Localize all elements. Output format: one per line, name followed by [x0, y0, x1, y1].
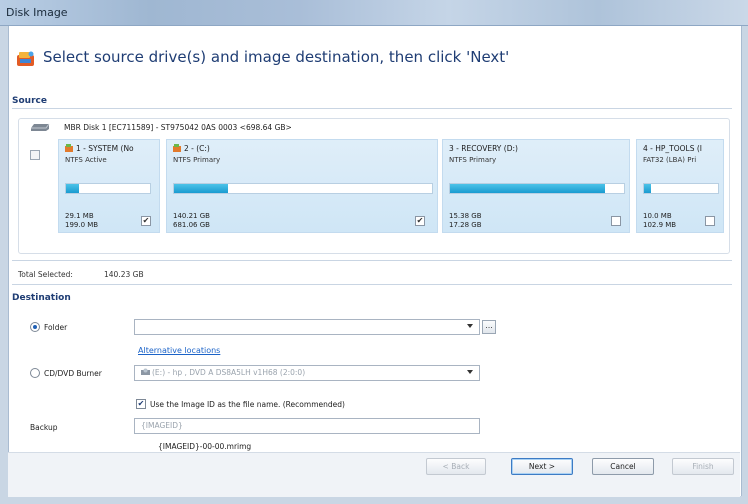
- partition-3-type: NTFS Primary: [449, 156, 497, 164]
- partition-3-total: 17.28 GB: [449, 221, 482, 229]
- use-image-id-checkbox[interactable]: ✔: [136, 399, 146, 409]
- partition-1-used: 29.1 MB: [65, 212, 94, 220]
- partition-icon: [173, 144, 181, 152]
- disk-image-wizard-icon: [17, 51, 34, 66]
- partition-3-usage-fill: [450, 184, 605, 193]
- partition-2-used: 140.21 GB: [173, 212, 210, 220]
- partition-4-total: 102.9 MB: [643, 221, 677, 229]
- partition-4-usage-bar: [643, 183, 719, 194]
- browse-button[interactable]: ...: [482, 320, 496, 334]
- partition-2-total: 681.06 GB: [173, 221, 210, 229]
- disk-label: MBR Disk 1 [EC711589] - ST975042 0AS 000…: [64, 123, 292, 132]
- partition-4-block[interactable]: 4 - HP_TOOLS (I FAT32 (LBA) Pri 10.0 MB 1…: [636, 139, 724, 233]
- cd-dvd-burner-label: CD/DVD Burner: [44, 369, 102, 378]
- partition-4-used: 10.0 MB: [643, 212, 672, 220]
- partition-4-checkbox[interactable]: [705, 216, 715, 226]
- window-title: Disk Image: [6, 6, 68, 19]
- partition-3-checkbox[interactable]: [611, 216, 621, 226]
- backup-filename-input[interactable]: {IMAGEID}: [134, 418, 480, 434]
- filename-preview: {IMAGEID}-00-00.mrimg: [158, 442, 252, 451]
- partition-3-block[interactable]: 3 - RECOVERY (D:) NTFS Primary 15.38 GB 1…: [442, 139, 630, 233]
- folder-path-combobox[interactable]: [134, 319, 480, 335]
- partition-1-block[interactable]: 1 - SYSTEM (No NTFS Active 29.1 MB 199.0 …: [58, 139, 160, 233]
- cd-dvd-drive-value: (E:) - hp , DVD A DS8A5LH v1H68 (2:0:0): [152, 368, 306, 377]
- partition-1-name-row: 1 - SYSTEM (No: [65, 144, 134, 153]
- partition-3-sizes: 15.38 GB 17.28 GB: [449, 212, 482, 230]
- finish-button[interactable]: Finish: [672, 458, 734, 475]
- cancel-button[interactable]: Cancel: [592, 458, 654, 475]
- partition-3-usage-bar: [449, 183, 625, 194]
- partition-3-name: 3 - RECOVERY (D:): [449, 144, 518, 153]
- partition-2-usage-bar: [173, 183, 433, 194]
- total-selected-value: 140.23 GB: [104, 270, 144, 279]
- partition-1-name: 1 - SYSTEM (No: [76, 144, 134, 153]
- folder-radio[interactable]: [30, 322, 40, 332]
- cd-dvd-burner-radio[interactable]: [30, 368, 40, 378]
- folder-label: Folder: [44, 323, 68, 332]
- source-section-label: Source: [12, 96, 47, 106]
- chevron-down-icon[interactable]: [467, 324, 473, 328]
- next-button[interactable]: Next >: [511, 458, 573, 475]
- disk-select-checkbox[interactable]: [30, 150, 40, 160]
- alternative-locations-link[interactable]: Alternative locations: [138, 346, 220, 355]
- back-button[interactable]: < Back: [426, 458, 486, 475]
- hard-disk-icon: [31, 123, 50, 131]
- partition-4-usage-fill: [644, 184, 652, 193]
- total-selected-label: Total Selected:: [18, 270, 73, 279]
- partition-1-total: 199.0 MB: [65, 221, 99, 229]
- chevron-down-icon[interactable]: [467, 370, 473, 374]
- destination-divider: [12, 284, 732, 285]
- partition-2-name-row: 2 - (C:): [173, 144, 210, 153]
- destination-section-label: Destination: [12, 293, 71, 303]
- total-divider: [12, 260, 732, 261]
- backup-label: Backup: [30, 423, 58, 432]
- partition-2-block[interactable]: 2 - (C:) NTFS Primary 140.21 GB 681.06 GB…: [166, 139, 438, 233]
- partition-1-checkbox[interactable]: ✔: [141, 216, 151, 226]
- partition-1-type: NTFS Active: [65, 156, 107, 164]
- partition-3-used: 15.38 GB: [449, 212, 482, 220]
- partition-icon: [65, 144, 73, 152]
- partition-1-usage-fill: [66, 184, 79, 193]
- partition-4-type: FAT32 (LBA) Pri: [643, 156, 697, 164]
- partition-4-name: 4 - HP_TOOLS (I: [643, 144, 703, 153]
- title-bar: Disk Image: [0, 0, 748, 26]
- partition-2-checkbox[interactable]: ✔: [415, 216, 425, 226]
- partition-1-sizes: 29.1 MB 199.0 MB: [65, 212, 98, 230]
- partition-2-type: NTFS Primary: [173, 156, 221, 164]
- partition-4-sizes: 10.0 MB 102.9 MB: [643, 212, 676, 230]
- use-image-id-label: Use the Image ID as the file name. (Reco…: [150, 400, 345, 409]
- partition-1-usage-bar: [65, 183, 151, 194]
- partition-2-usage-fill: [174, 184, 229, 193]
- optical-drive-icon: [141, 368, 150, 375]
- page-heading: Select source drive(s) and image destina…: [43, 48, 510, 66]
- cd-dvd-drive-select[interactable]: (E:) - hp , DVD A DS8A5LH v1H68 (2:0:0): [134, 365, 480, 381]
- partition-2-sizes: 140.21 GB 681.06 GB: [173, 212, 210, 230]
- source-divider: [12, 108, 732, 109]
- partition-2-name: 2 - (C:): [184, 144, 210, 153]
